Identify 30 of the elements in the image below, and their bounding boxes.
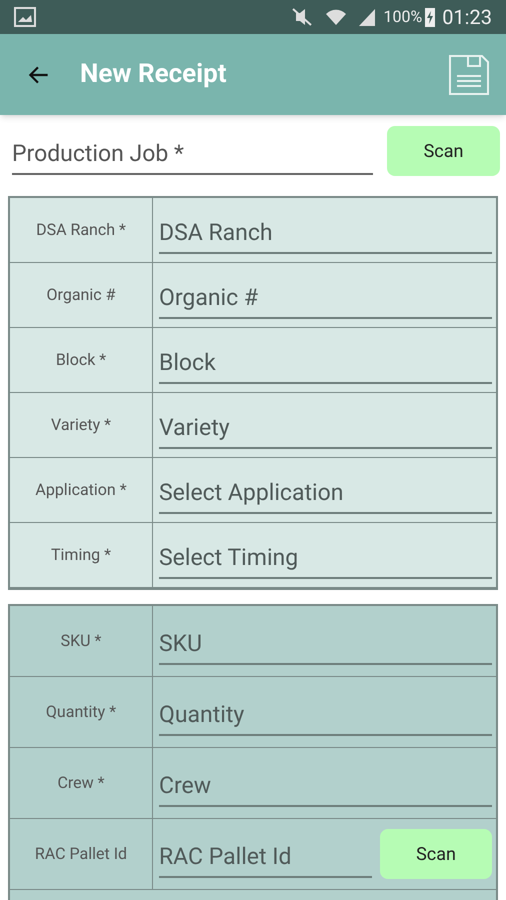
screen-title: New Receipt <box>80 58 227 91</box>
input-field[interactable]: Variety <box>159 400 492 450</box>
field-label: Crew * <box>57 772 105 794</box>
field-label: Organic # <box>46 284 116 306</box>
production-job-field[interactable]: Production Job * <box>12 126 373 176</box>
input-field[interactable]: Select Timing <box>159 530 492 580</box>
battery-percent: 100% <box>383 6 422 28</box>
scan-button[interactable]: Scan <box>380 829 492 879</box>
input-field[interactable]: DSA Ranch <box>159 206 492 254</box>
input-field[interactable]: Block <box>159 336 492 384</box>
image-icon <box>14 7 36 27</box>
field-label: Application * <box>35 479 127 501</box>
field-label: DSA Ranch * <box>36 219 126 241</box>
input-field[interactable]: Crew <box>159 758 492 808</box>
input-field[interactable]: RAC Pallet Id <box>159 830 372 878</box>
input-field[interactable]: SKU <box>159 616 492 666</box>
signal-icon <box>357 7 378 27</box>
field-label: SKU * <box>60 630 102 652</box>
field-label: Block * <box>56 349 106 371</box>
input-field[interactable]: Select Application <box>159 466 492 514</box>
wifi-icon <box>325 7 348 27</box>
field-label: Variety * <box>51 414 111 436</box>
input-field[interactable]: Organic # <box>159 270 492 320</box>
field-label: RAC Pallet Id <box>34 843 128 865</box>
battery-icon <box>424 6 436 28</box>
input-field[interactable]: Quantity <box>159 688 492 736</box>
field-label: Timing * <box>50 544 112 566</box>
field-label: Quantity * <box>46 701 116 723</box>
clock: 01:23 <box>442 4 492 31</box>
scan-button[interactable]: Scan <box>387 126 500 176</box>
